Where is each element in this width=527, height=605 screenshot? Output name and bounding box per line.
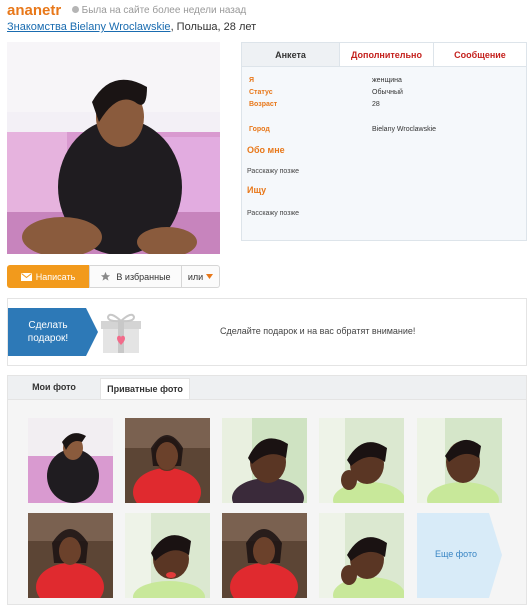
photo-thumbnail[interactable] xyxy=(28,513,113,598)
field-label: Статус xyxy=(249,89,273,96)
about-text: Расскажу позже xyxy=(247,168,300,175)
thumbnail-image xyxy=(417,418,502,503)
more-actions-label: или xyxy=(187,271,204,282)
online-status: Была на сайте более недели назад xyxy=(71,5,247,16)
thumbnail-image xyxy=(28,418,113,503)
offline-dot-icon xyxy=(71,6,79,13)
more-photos-label: Еще фото xyxy=(434,549,478,559)
photo-thumbnail[interactable] xyxy=(222,418,307,503)
thumbnail-image xyxy=(222,418,307,503)
make-gift-line1: Сделать xyxy=(28,320,68,331)
field-value: Обычный xyxy=(372,89,403,96)
photo-thumbnail[interactable] xyxy=(417,418,502,503)
make-gift-label: Сделать подарок! xyxy=(13,319,83,345)
photo-thumbnail[interactable] xyxy=(125,513,210,598)
thumbnail-image xyxy=(125,418,210,503)
add-to-favorites-button[interactable]: В избранные xyxy=(89,265,182,288)
photo-thumbnail[interactable] xyxy=(319,418,404,503)
profile-fields: Я женщина Статус Обычный Возраст 28 Горо… xyxy=(249,77,519,138)
main-photo-image xyxy=(7,42,220,254)
thumbnail-image xyxy=(319,513,404,598)
photo-thumbnail[interactable] xyxy=(222,513,307,598)
field-row: Я женщина xyxy=(249,77,519,89)
photo-tabs: Мои фото Приватные фото xyxy=(8,376,526,400)
tab-message[interactable]: Сообщение xyxy=(433,43,526,66)
city-value: Bielany Wroclawskie xyxy=(372,126,437,133)
make-gift-line2: подарок! xyxy=(27,333,69,344)
profile-info-panel: Анкета Дополнительно Сообщение Я женщина… xyxy=(241,42,527,241)
gift-box-icon xyxy=(101,313,141,353)
write-button[interactable]: Написать xyxy=(7,265,89,288)
seeking-title: Ищу xyxy=(247,185,267,195)
location-line: Знакомства Bielany Wroclawskie, Польша, … xyxy=(7,21,522,33)
field-row: Возраст 28 xyxy=(249,101,519,113)
seeking-text: Расскажу позже xyxy=(247,210,300,217)
more-actions-dropdown[interactable]: или xyxy=(182,265,220,288)
tab-my-photos[interactable]: Мои фото xyxy=(8,376,100,399)
thumbnail-image xyxy=(28,513,113,598)
online-status-text: Была на сайте более недели назад xyxy=(81,5,247,16)
write-button-label: Написать xyxy=(35,271,76,282)
gift-promo-text: Сделайте подарок и на вас обратят вниман… xyxy=(220,326,416,336)
gift-banner: Сделать подарок! Сделайте подарок и на в… xyxy=(7,298,527,366)
thumbnail-image xyxy=(319,418,404,503)
tab-questionnaire[interactable]: Анкета xyxy=(242,43,339,66)
chevron-down-icon xyxy=(206,274,214,279)
main-profile-photo[interactable] xyxy=(7,42,220,254)
field-label: Возраст xyxy=(249,101,278,108)
city-link[interactable]: Знакомства Bielany Wroclawskie xyxy=(7,21,171,33)
username[interactable]: ananetr xyxy=(7,2,61,19)
tab-private-photos[interactable]: Приватные фото xyxy=(100,378,190,399)
make-gift-button[interactable]: Сделать подарок! xyxy=(8,308,98,356)
action-buttons: Написать В избранные или xyxy=(7,265,220,288)
tab-additional[interactable]: Дополнительно xyxy=(339,43,433,66)
thumbnail-image xyxy=(222,513,307,598)
location-suffix: , Польша, 28 лет xyxy=(170,21,257,33)
favorite-button-label: В избранные xyxy=(116,271,171,282)
more-photos-button[interactable]: Еще фото xyxy=(417,513,502,598)
photo-thumbnail[interactable] xyxy=(125,418,210,503)
city-label: Город xyxy=(249,126,270,133)
thumbnail-image xyxy=(125,513,210,598)
city-row: Город Bielany Wroclawskie xyxy=(249,126,519,138)
field-value: женщина xyxy=(372,77,402,84)
field-value: 28 xyxy=(372,101,380,108)
field-label: Я xyxy=(249,77,255,84)
about-title: Обо мне xyxy=(247,145,285,155)
star-icon xyxy=(101,271,111,281)
profile-header: ananetr Была на сайте более недели назад… xyxy=(7,2,522,33)
profile-tabs: Анкета Дополнительно Сообщение xyxy=(242,43,526,67)
field-row: Статус Обычный xyxy=(249,89,519,101)
photo-thumbnail[interactable] xyxy=(28,418,113,503)
photo-thumbnail[interactable] xyxy=(319,513,404,598)
photos-section: Мои фото Приватные фото Еще фото xyxy=(7,375,527,605)
envelope-icon xyxy=(20,272,32,281)
